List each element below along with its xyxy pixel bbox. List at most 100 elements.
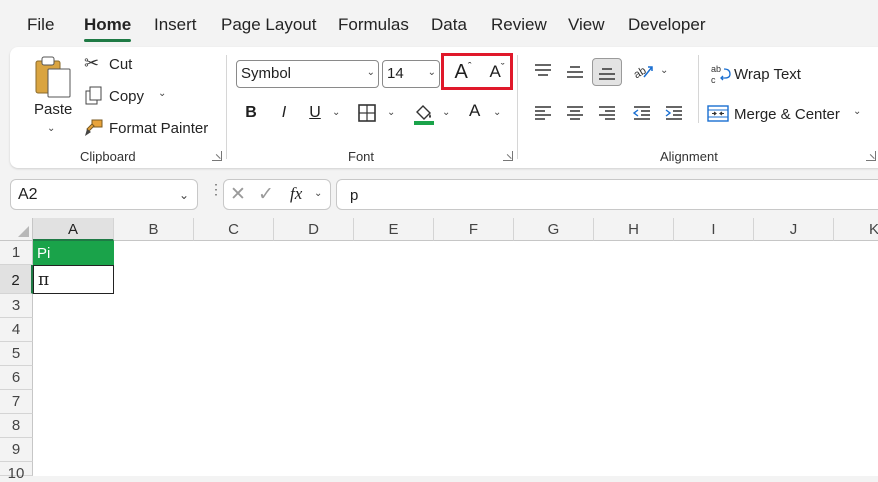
underline-button[interactable]: U [304, 101, 326, 125]
column-header[interactable]: B [114, 218, 194, 241]
select-all-corner[interactable] [0, 218, 33, 241]
middle-align-button[interactable] [562, 59, 588, 83]
orientation-button[interactable]: ab [630, 59, 658, 83]
ribbon-tabs: File Home Insert Page Layout Formulas Da… [0, 0, 878, 44]
align-center-icon [567, 106, 583, 120]
cut-button[interactable]: ✂ Cut [84, 53, 154, 77]
tab-insert[interactable]: Insert [154, 15, 197, 35]
merge-center-label: Merge & Center [734, 106, 840, 123]
chevron-down-icon[interactable]: ⌄ [47, 123, 55, 134]
column-header[interactable]: C [194, 218, 274, 241]
fill-color-button[interactable] [412, 101, 436, 127]
wrap-text-icon: abc [711, 64, 731, 85]
formula-input[interactable]: p [336, 179, 878, 210]
cancel-icon[interactable]: ✕ [230, 183, 246, 206]
italic-button[interactable]: I [273, 101, 295, 125]
column-header[interactable]: J [754, 218, 834, 241]
column-header[interactable]: D [274, 218, 354, 241]
format-painter-label: Format Painter [109, 120, 209, 137]
chevron-down-icon[interactable]: ⌄ [179, 188, 189, 202]
column-header[interactable]: A [33, 218, 114, 241]
group-divider [226, 55, 227, 159]
font-name-combo[interactable]: Symbol ⌄ [236, 60, 379, 88]
cell-a2[interactable]: π [33, 265, 114, 294]
svg-text:ab: ab [632, 65, 648, 81]
highlight-annotation [441, 53, 513, 90]
font-launcher-icon[interactable] [503, 151, 513, 161]
worksheet-grid[interactable]: A B C D E F G H I J K 1 2 3 4 5 6 7 8 9 … [0, 218, 878, 482]
chevron-down-icon[interactable]: ⌄ [314, 188, 322, 199]
copy-label: Copy [109, 88, 145, 105]
tab-view[interactable]: View [568, 15, 605, 35]
decrease-indent-button[interactable] [629, 101, 655, 125]
align-left-button[interactable] [530, 101, 556, 125]
insert-function-button[interactable]: fx [290, 184, 302, 204]
clipboard-launcher-icon[interactable] [212, 151, 222, 161]
text-orientation-icon: ab [632, 65, 653, 81]
tab-formulas[interactable]: Formulas [338, 15, 409, 35]
font-color-button[interactable]: A [466, 101, 488, 127]
svg-text:c: c [711, 75, 716, 85]
cut-label: Cut [109, 56, 133, 73]
chevron-down-icon: ⌄ [366, 67, 375, 78]
row-header[interactable]: 4 [0, 318, 33, 342]
column-header[interactable]: E [354, 218, 434, 241]
align-middle-icon [567, 66, 583, 78]
paintbrush-icon [85, 119, 103, 136]
row-header[interactable]: 7 [0, 390, 33, 414]
group-divider [698, 55, 699, 123]
bottom-align-button[interactable] [592, 58, 622, 86]
row-header[interactable]: 3 [0, 294, 33, 318]
font-color-icon: A [469, 101, 481, 120]
row-header[interactable]: 5 [0, 342, 33, 366]
svg-text:ab: ab [711, 64, 721, 74]
paste-button[interactable]: Paste ⌄ [24, 53, 80, 135]
chevron-down-icon[interactable]: ⌄ [332, 107, 340, 118]
column-header[interactable]: F [434, 218, 514, 241]
cell-a1[interactable]: Pi [33, 241, 114, 265]
increase-indent-button[interactable] [661, 101, 687, 125]
formula-value: p [350, 187, 359, 204]
borders-button[interactable] [356, 102, 378, 124]
borders-icon [358, 104, 376, 122]
row-header[interactable]: 9 [0, 438, 33, 462]
row-header[interactable]: 10 [0, 462, 33, 482]
alignment-launcher-icon[interactable] [866, 151, 876, 161]
chevron-down-icon[interactable]: ⌄ [387, 107, 395, 118]
align-left-icon [535, 106, 551, 120]
font-size-combo[interactable]: 14 ⌄ [382, 60, 440, 88]
tab-home[interactable]: Home [84, 15, 131, 35]
chevron-down-icon[interactable]: ⌄ [442, 107, 450, 118]
column-header[interactable]: H [594, 218, 674, 241]
decrease-indent-icon [632, 106, 650, 120]
name-box[interactable]: A2 ⌄ [10, 179, 198, 210]
row-header[interactable]: 6 [0, 366, 33, 390]
column-header[interactable]: K [834, 218, 878, 241]
column-header[interactable]: I [674, 218, 754, 241]
tab-file[interactable]: File [27, 15, 54, 35]
drag-handle[interactable]: ⋮ [209, 182, 223, 203]
tab-developer[interactable]: Developer [628, 15, 706, 35]
row-header[interactable]: 1 [0, 241, 33, 265]
bold-button[interactable]: B [240, 101, 262, 125]
clipboard-group-label: Clipboard [80, 149, 136, 164]
tab-review[interactable]: Review [491, 15, 547, 35]
row-header[interactable]: 8 [0, 414, 33, 438]
align-center-button[interactable] [562, 101, 588, 125]
column-header[interactable]: G [514, 218, 594, 241]
chevron-down-icon: ⌄ [427, 67, 436, 78]
chevron-down-icon[interactable]: ⌄ [660, 65, 668, 76]
copy-button[interactable]: Copy ⌄ [84, 85, 174, 109]
merge-center-button[interactable]: Merge & Center ⌄ [707, 103, 867, 127]
top-align-button[interactable] [530, 59, 556, 83]
format-painter-button[interactable]: Format Painter [84, 117, 214, 141]
align-right-button[interactable] [594, 101, 620, 125]
wrap-text-button[interactable]: ab c Wrap Text [710, 63, 820, 87]
tab-data[interactable]: Data [431, 15, 467, 35]
chevron-down-icon[interactable]: ⌄ [853, 106, 861, 117]
row-header[interactable]: 2 [0, 265, 33, 294]
tab-page-layout[interactable]: Page Layout [221, 15, 316, 35]
check-icon[interactable]: ✓ [258, 183, 274, 206]
chevron-down-icon[interactable]: ⌄ [158, 88, 166, 99]
chevron-down-icon[interactable]: ⌄ [493, 107, 501, 118]
